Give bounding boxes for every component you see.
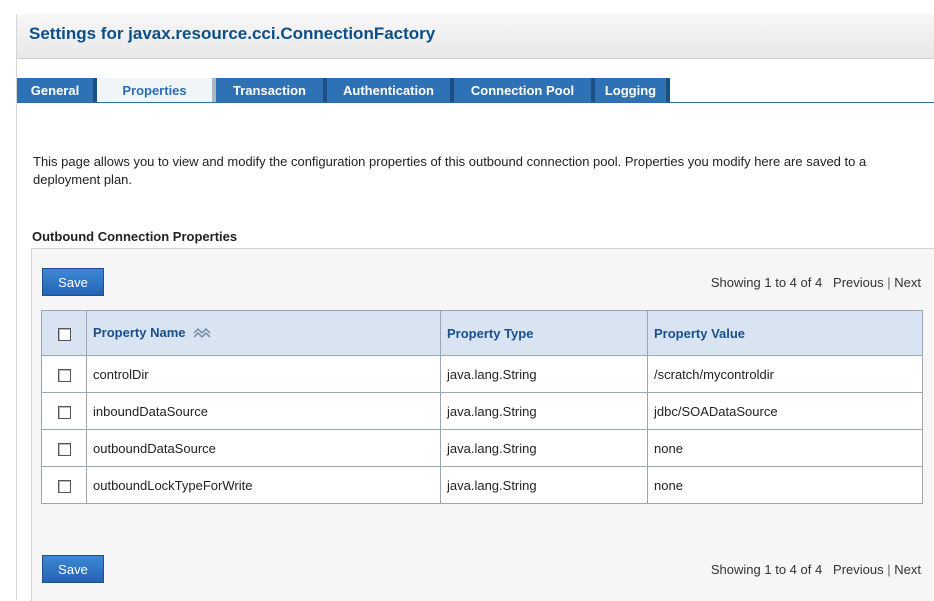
column-header-property-value[interactable]: Property Value (647, 310, 923, 356)
tab-bar: General Properties Transaction Authentic… (17, 78, 934, 103)
select-all-checkbox[interactable] (57, 327, 71, 341)
cell-property-value: none (647, 429, 923, 467)
cell-property-value: jdbc/SOADataSource (647, 392, 923, 430)
column-header-property-name[interactable]: Property Name (86, 310, 441, 356)
column-label-property-name: Property Name (93, 324, 186, 340)
sort-ascending-icon[interactable] (193, 326, 211, 341)
pager-previous[interactable]: Previous (833, 562, 884, 577)
pager-next[interactable]: Next (894, 275, 921, 290)
cell-property-name: controlDir (86, 355, 441, 393)
page-title: Settings for javax.resource.cci.Connecti… (29, 24, 436, 43)
select-all-cell (41, 310, 87, 356)
cell-property-name: outboundLockTypeForWrite (86, 466, 441, 504)
table-row: controlDir java.lang.String /scratch/myc… (41, 355, 923, 393)
intro-text: This page allows you to view and modify … (33, 154, 867, 187)
pager-separator: | (887, 275, 891, 290)
save-button-top[interactable]: Save (42, 268, 104, 296)
tab-properties[interactable]: Properties (97, 78, 216, 102)
cell-property-value: /scratch/mycontroldir (647, 355, 923, 393)
row-select-cell (41, 392, 87, 430)
cell-property-name: inboundDataSource (86, 392, 441, 430)
pager-previous[interactable]: Previous (833, 275, 884, 290)
table-header-row: Property Name Property Type Property Val… (41, 310, 923, 356)
cell-property-type: java.lang.String (440, 355, 648, 393)
column-header-property-type[interactable]: Property Type (440, 310, 648, 356)
row-select-cell (41, 466, 87, 504)
pager-bottom: Showing 1 to 4 of 4 Previous | Next (711, 562, 921, 577)
tab-authentication[interactable]: Authentication (327, 78, 454, 102)
pager-top: Showing 1 to 4 of 4 Previous | Next (711, 275, 921, 290)
save-button-bottom[interactable]: Save (42, 555, 104, 583)
row-select-cell (41, 429, 87, 467)
row-checkbox[interactable] (57, 368, 71, 382)
table-row: inboundDataSource java.lang.String jdbc/… (41, 392, 923, 430)
cell-property-type: java.lang.String (440, 429, 648, 467)
row-checkbox[interactable] (57, 479, 71, 493)
header-bar: Settings for javax.resource.cci.Connecti… (17, 14, 934, 59)
cell-property-value: none (647, 466, 923, 504)
cell-property-name: outboundDataSource (86, 429, 441, 467)
pager-next[interactable]: Next (894, 562, 921, 577)
row-select-cell (41, 355, 87, 393)
properties-table: Property Name Property Type Property Val… (41, 310, 923, 504)
table-row: outboundDataSource java.lang.String none (41, 429, 923, 467)
tab-transaction[interactable]: Transaction (216, 78, 327, 102)
row-checkbox[interactable] (57, 442, 71, 456)
tab-connection-pool[interactable]: Connection Pool (454, 78, 595, 102)
pager-showing: Showing 1 to 4 of 4 (710, 275, 823, 290)
cell-property-type: java.lang.String (440, 466, 648, 504)
pager-showing: Showing 1 to 4 of 4 (710, 562, 823, 577)
tab-logging[interactable]: Logging (595, 78, 670, 102)
table-row: outboundLockTypeForWrite java.lang.Strin… (41, 466, 923, 504)
cell-property-type: java.lang.String (440, 392, 648, 430)
row-checkbox[interactable] (57, 405, 71, 419)
tab-general[interactable]: General (17, 78, 97, 102)
section-title: Outbound Connection Properties (32, 229, 238, 244)
pager-separator: | (887, 562, 891, 577)
